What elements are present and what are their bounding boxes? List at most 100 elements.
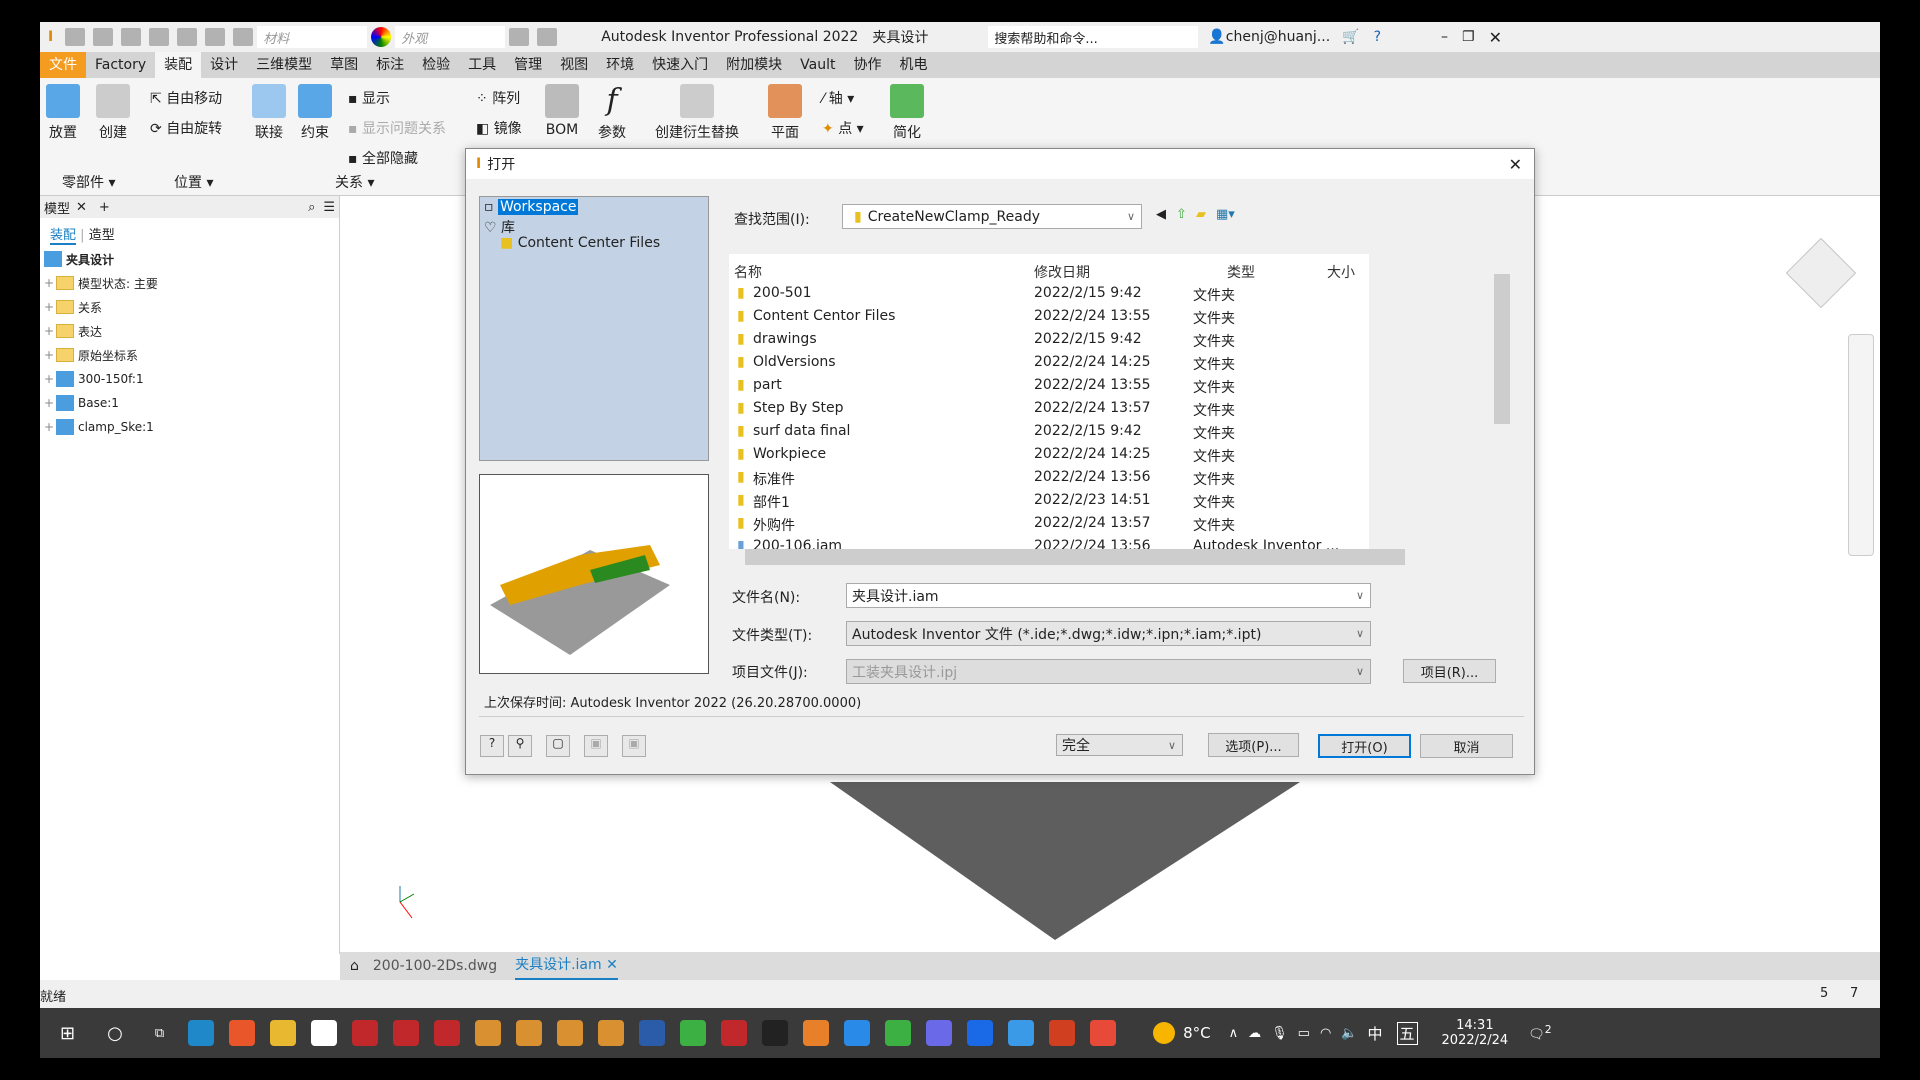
doc-tab-dwg[interactable]: 200-100-2Ds.dwg <box>373 958 497 974</box>
ribbon-tab[interactable]: 视图 <box>551 52 597 78</box>
taskbar-app-icon[interactable] <box>474 1020 501 1046</box>
taskbar-app-icon[interactable] <box>269 1020 296 1046</box>
ilogic-icon[interactable] <box>537 28 558 46</box>
tree-item[interactable]: +300-150f:1 <box>44 370 144 388</box>
help-icon[interactable]: ? <box>1374 29 1381 45</box>
taskbar-app-icon[interactable] <box>228 1020 255 1046</box>
minimize-button[interactable]: – <box>1441 29 1448 45</box>
undo-icon[interactable] <box>149 28 170 46</box>
user-menu[interactable]: chenj@huanj... <box>1226 29 1330 45</box>
panel-component[interactable]: 零部件 ▾ <box>62 172 115 192</box>
close-button[interactable]: ✕ <box>1489 28 1502 47</box>
file-row[interactable]: ▮ 部件1 2022/2/23 14:51 文件夹 <box>729 489 1359 512</box>
new-folder-icon[interactable]: ▰ <box>1196 207 1206 222</box>
ribbon-tab[interactable]: 管理 <box>505 52 551 78</box>
derive-substitute-button[interactable]: 创建衍生替换 <box>655 84 739 142</box>
start-icon[interactable]: ⊞ <box>60 1023 75 1044</box>
place-button[interactable]: 放置 <box>46 84 80 142</box>
mic-icon[interactable]: 🎙 <box>1271 1026 1288 1041</box>
cortana-icon[interactable]: ○ <box>107 1023 123 1044</box>
home-tab-icon[interactable]: ⌂ <box>350 958 359 974</box>
up-folder-icon[interactable]: ⇧ <box>1176 207 1187 222</box>
subtab-assembly[interactable]: 装配 <box>50 228 77 245</box>
subtab-modeling[interactable]: 造型 <box>89 228 115 243</box>
back-icon[interactable]: ◀ <box>1156 207 1166 222</box>
file-row[interactable]: ▮ drawings 2022/2/15 9:42 文件夹 <box>729 328 1359 351</box>
horizontal-scrollbar[interactable] <box>729 549 1494 565</box>
doc-tab-iam[interactable]: 夹具设计.iam ✕ <box>515 952 618 980</box>
ime-mode[interactable]: 五 <box>1396 1021 1418 1045</box>
vault-icon[interactable]: ▣ <box>622 735 646 757</box>
notification-icon[interactable]: 🗨2 <box>1528 1023 1551 1042</box>
file-row[interactable]: ▮ 标准件 2022/2/24 13:56 文件夹 <box>729 466 1359 489</box>
taskbar-app-icon[interactable] <box>187 1020 214 1046</box>
file-row[interactable]: ▮ 外购件 2022/2/24 13:57 文件夹 <box>729 512 1359 535</box>
taskbar-app-icon[interactable] <box>761 1020 788 1046</box>
panel-relationships[interactable]: 关系 ▾ <box>335 172 374 192</box>
ribbon-tab[interactable]: 草图 <box>321 52 367 78</box>
taskbar-app-icon[interactable] <box>1089 1020 1116 1046</box>
material-combo[interactable]: 材料 <box>257 26 368 48</box>
free-rotate-button[interactable]: ⟳ 自由旋转 <box>150 118 222 138</box>
file-row[interactable]: ▮ Step By Step 2022/2/24 13:57 文件夹 <box>729 397 1359 420</box>
fx-icon[interactable] <box>509 28 530 46</box>
file-info-icon[interactable]: ▣ <box>584 735 608 757</box>
simplify-button[interactable]: 简化 <box>890 84 924 142</box>
create-button[interactable]: 创建 <box>96 84 130 142</box>
nav-content-center[interactable]: ■ Content Center Files <box>500 235 660 251</box>
ribbon-tab[interactable]: 附加模块 <box>717 52 791 78</box>
taskbar-app-icon[interactable] <box>351 1020 378 1046</box>
tree-item[interactable]: + clamp_Ske:1 <box>44 418 154 436</box>
taskbar-app-icon[interactable] <box>392 1020 419 1046</box>
taskbar-app-icon[interactable] <box>433 1020 460 1046</box>
ribbon-tab[interactable]: 标注 <box>367 52 413 78</box>
taskbar-app-icon[interactable] <box>925 1020 952 1046</box>
task-view-icon[interactable]: ⧉ <box>155 1026 164 1041</box>
nav-library[interactable]: ♡ 库 <box>484 217 515 237</box>
mirror-button[interactable]: ◧ 镜像 <box>476 118 522 138</box>
free-move-button[interactable]: ⇱ 自由移动 <box>150 88 222 108</box>
taskbar-app-icon[interactable] <box>720 1020 747 1046</box>
new-icon[interactable] <box>65 28 86 46</box>
ribbon-tab[interactable]: 机电 <box>890 52 936 78</box>
axis-button[interactable]: ⁄ 轴 ▾ <box>822 88 854 108</box>
select-icon[interactable] <box>233 28 254 46</box>
taskbar-app-icon[interactable] <box>843 1020 870 1046</box>
find-icon[interactable]: ⚲ <box>508 735 532 757</box>
menu-icon[interactable]: ☰ <box>323 200 335 215</box>
taskbar-app-icon[interactable] <box>556 1020 583 1046</box>
hide-all-button[interactable]: ▪ 全部隐藏 <box>348 148 418 168</box>
file-row[interactable]: ▮ Workpiece 2022/2/24 14:25 文件夹 <box>729 443 1359 466</box>
filetype-combo[interactable]: Autodesk Inventor 文件 (*.ide;*.dwg;*.idw;… <box>846 621 1371 646</box>
file-row[interactable]: ▮ Content Centor Files 2022/2/24 13:55 文件夹 <box>729 305 1359 328</box>
tree-item[interactable]: + 表达 <box>44 322 102 340</box>
ime-lang[interactable]: 中 <box>1368 1023 1383 1044</box>
taskbar-app-icon[interactable] <box>679 1020 706 1046</box>
constrain-button[interactable]: 约束 <box>298 84 332 142</box>
ribbon-tab[interactable]: Vault <box>791 52 844 78</box>
new-file-icon[interactable]: ▢ <box>546 735 570 757</box>
cart-icon[interactable]: 🛒 <box>1342 29 1359 45</box>
browser-tab-model[interactable]: 模型 <box>44 198 70 217</box>
file-row[interactable]: ▮ 200-501 2022/2/15 9:42 文件夹 <box>729 282 1359 305</box>
tree-root[interactable]: 夹具设计 <box>44 250 114 268</box>
ribbon-tab[interactable]: 装配 <box>155 52 202 78</box>
ribbon-tab[interactable]: 工具 <box>459 52 505 78</box>
viewcube[interactable] <box>1785 237 1857 309</box>
add-tab-icon[interactable]: + <box>99 200 110 215</box>
show-button[interactable]: ▪ 显示 <box>348 88 390 108</box>
file-row[interactable]: ▮ OldVersions 2022/2/24 14:25 文件夹 <box>729 351 1359 374</box>
home-icon[interactable] <box>205 28 226 46</box>
close-tab-icon[interactable]: ✕ <box>76 200 87 215</box>
panel-position[interactable]: 位置 ▾ <box>174 172 213 192</box>
point-button[interactable]: ✦ 点 ▾ <box>822 118 864 138</box>
ribbon-tab[interactable]: 检验 <box>413 52 459 78</box>
tree-item[interactable]: + 原始坐标系 <box>44 346 138 364</box>
weather-temp[interactable]: 8°C <box>1183 1024 1211 1042</box>
redo-icon[interactable] <box>177 28 198 46</box>
taskbar-app-icon[interactable] <box>966 1020 993 1046</box>
save-icon[interactable] <box>121 28 142 46</box>
appearance-combo[interactable]: 外观 <box>395 26 506 48</box>
ribbon-tab[interactable]: 三维模型 <box>247 52 321 78</box>
onedrive-icon[interactable]: ☁ <box>1248 1026 1261 1041</box>
